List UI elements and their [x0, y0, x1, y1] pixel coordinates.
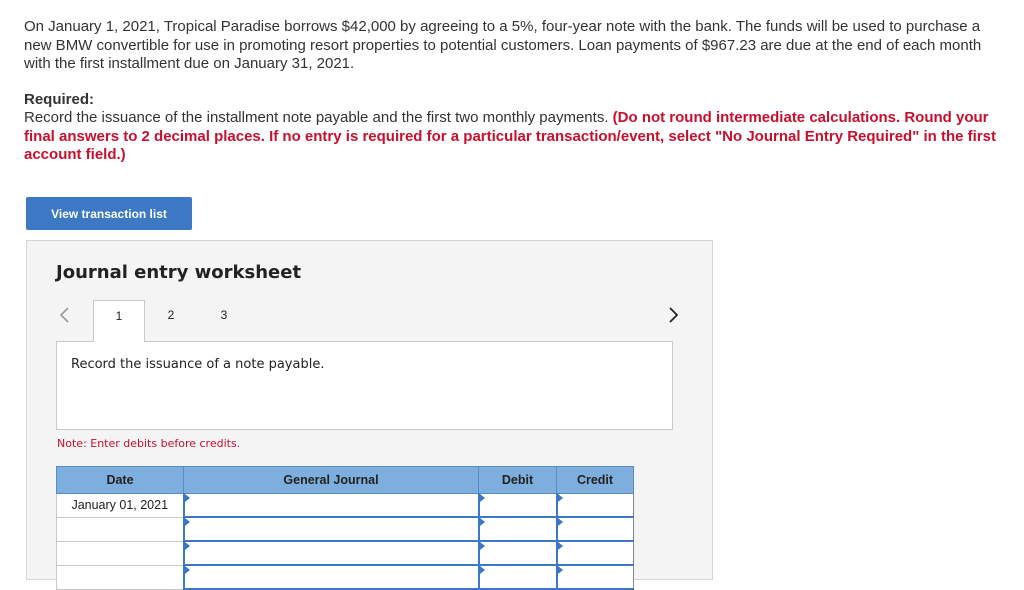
credit-field[interactable]: [555, 493, 634, 518]
chevron-right-icon: [669, 307, 679, 323]
chevron-left-icon: [59, 307, 69, 323]
date-cell[interactable]: [56, 540, 184, 566]
debits-credits-note: Note: Enter debits before credits.: [57, 437, 241, 450]
credit-field[interactable]: [555, 516, 634, 542]
worksheet-title: Journal entry worksheet: [56, 262, 302, 283]
debit-field[interactable]: [477, 516, 557, 542]
credit-field[interactable]: [555, 540, 634, 566]
credit-field[interactable]: [555, 564, 634, 590]
date-cell[interactable]: [56, 564, 184, 590]
problem-statement: On January 1, 2021, Tropical Paradise bo…: [24, 18, 982, 72]
date-cell: January 01, 2021: [56, 493, 184, 518]
journal-table: Date General Journal Debit Credit Januar…: [56, 466, 634, 590]
view-transaction-list-button[interactable]: View transaction list: [26, 197, 192, 230]
account-field[interactable]: [182, 516, 479, 542]
general-journal-column-header: General Journal: [183, 466, 479, 494]
tab-entry-3[interactable]: 3: [203, 300, 245, 342]
journal-header-row: Date General Journal Debit Credit: [56, 466, 634, 494]
debit-field[interactable]: [477, 493, 557, 518]
debit-field[interactable]: [477, 540, 557, 566]
debit-field[interactable]: [477, 564, 557, 590]
tab-entry-2[interactable]: 2: [150, 300, 192, 342]
entry-description-box: Record the issuance of a note payable.: [56, 341, 673, 430]
date-cell[interactable]: [56, 516, 184, 542]
table-row: [56, 564, 634, 590]
date-column-header: Date: [56, 466, 184, 494]
credit-column-header: Credit: [556, 466, 634, 494]
entry-description: Record the issuance of a note payable.: [71, 357, 325, 372]
account-field[interactable]: [182, 564, 479, 590]
account-field[interactable]: [182, 540, 479, 566]
table-row: [56, 540, 634, 566]
account-field[interactable]: [182, 493, 479, 518]
required-text: Record the issuance of the installment n…: [24, 109, 999, 165]
prev-entry-button[interactable]: [56, 304, 74, 326]
table-row: January 01, 2021: [56, 493, 634, 518]
required-heading: Required:: [24, 91, 95, 108]
debit-column-header: Debit: [478, 466, 557, 494]
required-task: Record the issuance of the installment n…: [24, 109, 613, 126]
next-entry-button[interactable]: [663, 304, 683, 326]
table-row: [56, 516, 634, 542]
tab-entry-1[interactable]: 1: [93, 300, 145, 342]
